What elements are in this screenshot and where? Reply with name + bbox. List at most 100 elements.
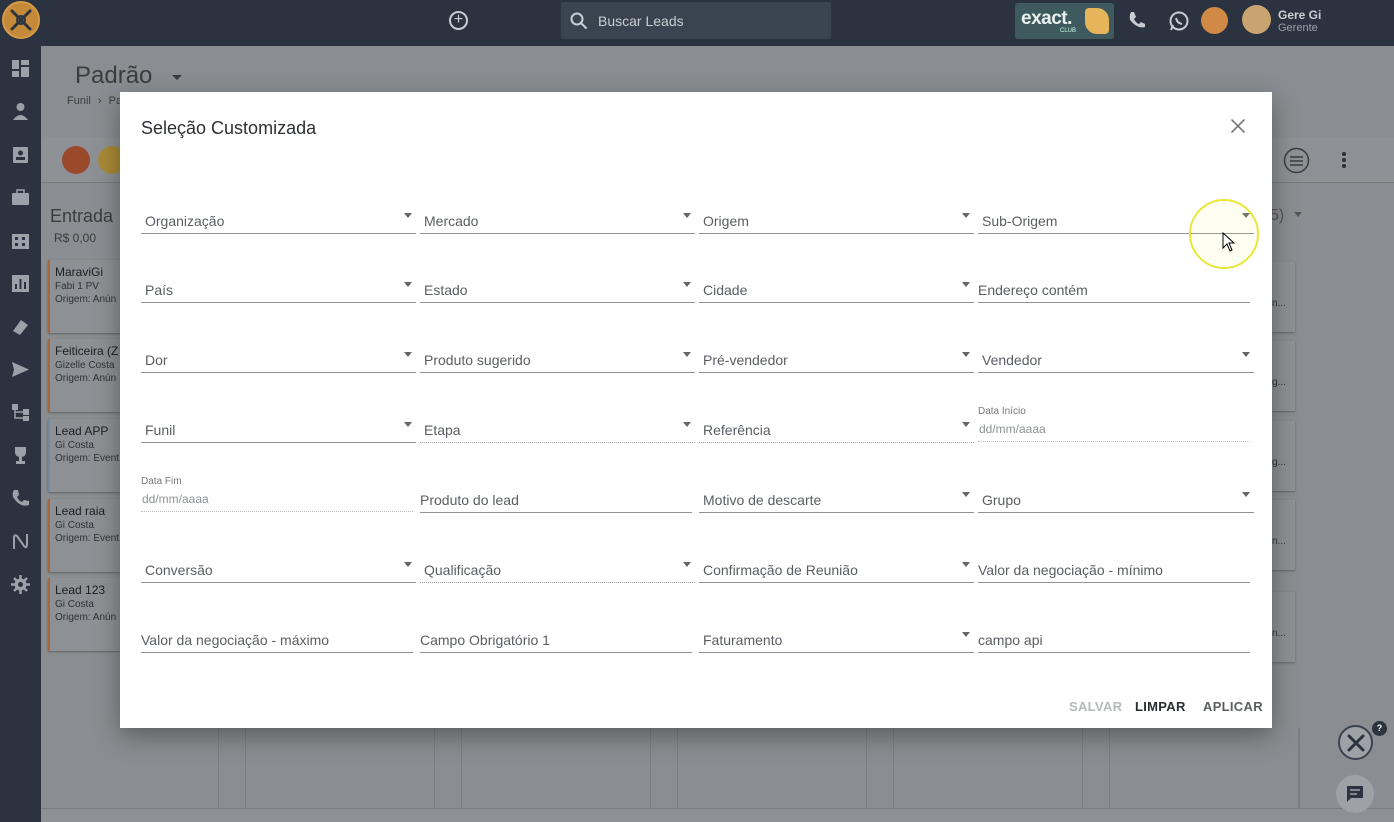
route-icon[interactable]: [11, 532, 30, 551]
app-logo[interactable]: [2, 1, 40, 39]
valor-maximo-input[interactable]: Valor da negociação - máximo: [141, 623, 413, 653]
lead-card[interactable]: Feiticeira (Z Gizelle Costa Origem: Anún: [48, 339, 120, 412]
field-label: Motivo de descarte: [703, 492, 822, 508]
exact-club-badge[interactable]: exact. CLUB: [1015, 3, 1114, 39]
lead-snippet: n...: [1272, 298, 1286, 309]
field-label: Cidade: [703, 282, 748, 298]
arrow-drop-down-icon: [683, 562, 691, 567]
chat-button[interactable]: [1336, 775, 1374, 813]
person-icon[interactable]: [11, 102, 30, 121]
save-button[interactable]: SALVAR: [1069, 699, 1122, 714]
vendedor-select[interactable]: Vendedor: [978, 343, 1254, 373]
referencia-select[interactable]: Referência: [699, 413, 974, 443]
brand-mark-icon: [1085, 8, 1109, 34]
cards-icon[interactable]: [11, 317, 30, 336]
mercado-select[interactable]: Mercado: [420, 204, 695, 234]
search-icon: [570, 12, 587, 29]
phone-icon[interactable]: [11, 489, 30, 508]
faturamento-select[interactable]: Faturamento: [699, 623, 974, 653]
lead-owner: Fabi 1 PV: [55, 281, 99, 292]
help-button[interactable]: ?: [1338, 721, 1387, 760]
field-label: Confirmação de Reunião: [703, 562, 858, 578]
produto-lead-input[interactable]: Produto do lead: [420, 483, 692, 513]
trophy-icon[interactable]: [11, 446, 30, 465]
phone-icon[interactable]: [1127, 10, 1147, 30]
building-icon[interactable]: [11, 231, 30, 250]
lead-card[interactable]: g...: [1272, 421, 1295, 491]
field-label: Etapa: [424, 422, 461, 438]
page-title[interactable]: Padrão: [75, 62, 152, 90]
filter-icon[interactable]: [1283, 147, 1310, 174]
motivo-descarte-select[interactable]: Motivo de descarte: [699, 483, 974, 513]
search-input[interactable]: Buscar Leads: [561, 2, 831, 39]
confirmacao-reuniao-select[interactable]: Confirmação de Reunião: [699, 553, 974, 583]
pre-vendedor-select[interactable]: Pré-vendedor: [699, 343, 974, 373]
valor-minimo-input[interactable]: Valor da negociação - mínimo: [978, 553, 1250, 583]
user-name[interactable]: Gere Gi: [1278, 8, 1321, 22]
endereco-input[interactable]: Endereço contém: [978, 273, 1250, 303]
lead-card[interactable]: n...: [1272, 500, 1295, 570]
contact-card-icon[interactable]: [11, 145, 30, 164]
top-bar: + Buscar Leads exact. CLUB Gere Gi Geren…: [0, 0, 1394, 46]
apply-button[interactable]: APLICAR: [1203, 699, 1263, 714]
lead-card[interactable]: n...: [1272, 262, 1295, 332]
clear-button[interactable]: LIMPAR: [1135, 699, 1186, 714]
lead-card[interactable]: Lead raia Gi Costa Origem: Event: [48, 499, 120, 572]
field-label: Dor: [145, 352, 168, 368]
flow-icon[interactable]: [11, 403, 30, 422]
qualificacao-select[interactable]: Qualificação: [420, 553, 695, 583]
horizontal-scrollbar[interactable]: [41, 808, 1394, 822]
lead-snippet: g...: [1272, 377, 1286, 388]
more-vert-icon[interactable]: [1340, 151, 1348, 169]
lead-card[interactable]: MaraviGi Fabi 1 PV Origem: Anún: [48, 260, 120, 333]
funil-select[interactable]: Funil: [141, 413, 416, 443]
notification-icon[interactable]: [1201, 7, 1228, 34]
dor-select[interactable]: Dor: [141, 343, 416, 373]
lead-card[interactable]: g...: [1272, 341, 1295, 411]
arrow-drop-down-icon: [404, 352, 412, 357]
whatsapp-icon[interactable]: [1168, 10, 1190, 32]
sidebar: [0, 46, 41, 822]
briefcase-icon[interactable]: [11, 188, 30, 207]
etapa-select[interactable]: Etapa: [420, 413, 695, 443]
produto-sugerido-select[interactable]: Produto sugerido: [420, 343, 695, 373]
avatar[interactable]: [1242, 5, 1271, 34]
dashboard-icon[interactable]: [11, 59, 30, 78]
field-label: Funil: [145, 422, 176, 438]
close-icon[interactable]: [1230, 118, 1246, 134]
lead-title: Lead raia: [55, 504, 106, 518]
reports-icon[interactable]: [11, 274, 30, 293]
lead-snippet: n...: [1272, 628, 1286, 639]
origem-select[interactable]: Origem: [699, 204, 974, 234]
field-label: Qualificação: [424, 562, 502, 578]
send-icon[interactable]: [11, 360, 30, 379]
data-fim-input[interactable]: Data Fim dd/mm/aaaa: [141, 476, 413, 512]
conversao-select[interactable]: Conversão: [141, 553, 416, 583]
lead-card[interactable]: Lead 123 Gi Costa Origem: Anún: [48, 578, 120, 651]
board-column: [866, 728, 894, 808]
brand-sub: CLUB: [1060, 28, 1077, 34]
cidade-select[interactable]: Cidade: [699, 273, 974, 303]
data-inicio-input[interactable]: Data Início dd/mm/aaaa: [978, 406, 1250, 442]
breadcrumb-root[interactable]: Funil: [67, 95, 91, 107]
campo-obrigatorio-input[interactable]: Campo Obrigatório 1: [420, 623, 692, 653]
brand-main: exact.: [1021, 8, 1072, 29]
chevron-down-icon[interactable]: [172, 75, 182, 80]
field-label: campo api: [978, 632, 1043, 648]
arrow-drop-down-icon: [962, 632, 970, 637]
color-filter-red[interactable]: [62, 146, 90, 174]
field-label: Vendedor: [982, 352, 1042, 368]
organizacao-select[interactable]: Organização: [141, 204, 416, 234]
lead-card[interactable]: Lead APP Gi Costa Origem: Event: [48, 419, 120, 492]
grupo-select[interactable]: Grupo: [978, 483, 1254, 513]
estado-select[interactable]: Estado: [420, 273, 695, 303]
pais-select[interactable]: País: [141, 273, 416, 303]
date-placeholder: dd/mm/aaaa: [979, 422, 1046, 436]
campo-api-input[interactable]: campo api: [978, 623, 1250, 653]
chevron-down-icon[interactable]: [1294, 212, 1302, 217]
arrow-drop-down-icon: [683, 282, 691, 287]
lead-title: Feiticeira (Z: [55, 344, 119, 358]
lead-card[interactable]: n...: [1272, 592, 1295, 662]
add-icon[interactable]: +: [449, 11, 468, 30]
gear-icon[interactable]: [11, 575, 30, 594]
